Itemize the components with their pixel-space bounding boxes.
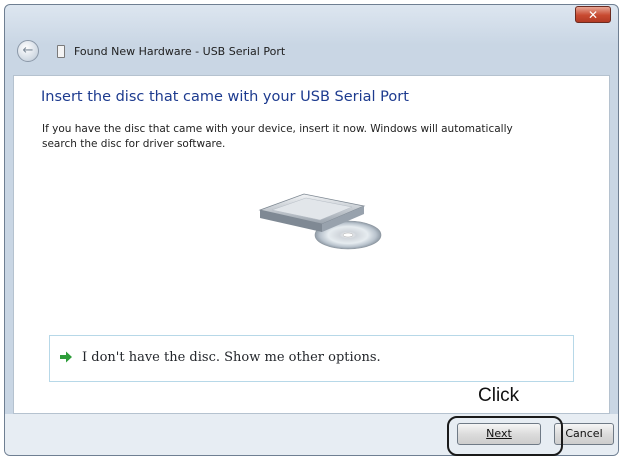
back-arrow-icon[interactable]: ← <box>17 40 39 62</box>
no-disc-option-label: I don't have the disc. Show me other opt… <box>82 350 381 365</box>
close-button[interactable]: ✕ <box>575 6 611 23</box>
green-arrow-icon <box>60 351 72 363</box>
click-callout-outline <box>447 416 563 456</box>
window-title: Found New Hardware - USB Serial Port <box>74 45 286 58</box>
page-heading: Insert the disc that came with your USB … <box>41 89 409 105</box>
cancel-button[interactable]: Cancel <box>554 423 614 445</box>
hardware-icon <box>57 45 65 58</box>
content-panel: Insert the disc that came with your USB … <box>13 75 610 414</box>
dialog-window: ✕ ← Found New Hardware - USB Serial Port… <box>4 4 619 456</box>
click-annotation: Click <box>478 385 520 406</box>
disc-drive-illustration <box>258 193 382 250</box>
no-disc-option[interactable]: I don't have the disc. Show me other opt… <box>49 335 574 382</box>
instruction-text: If you have the disc that came with your… <box>42 123 513 150</box>
